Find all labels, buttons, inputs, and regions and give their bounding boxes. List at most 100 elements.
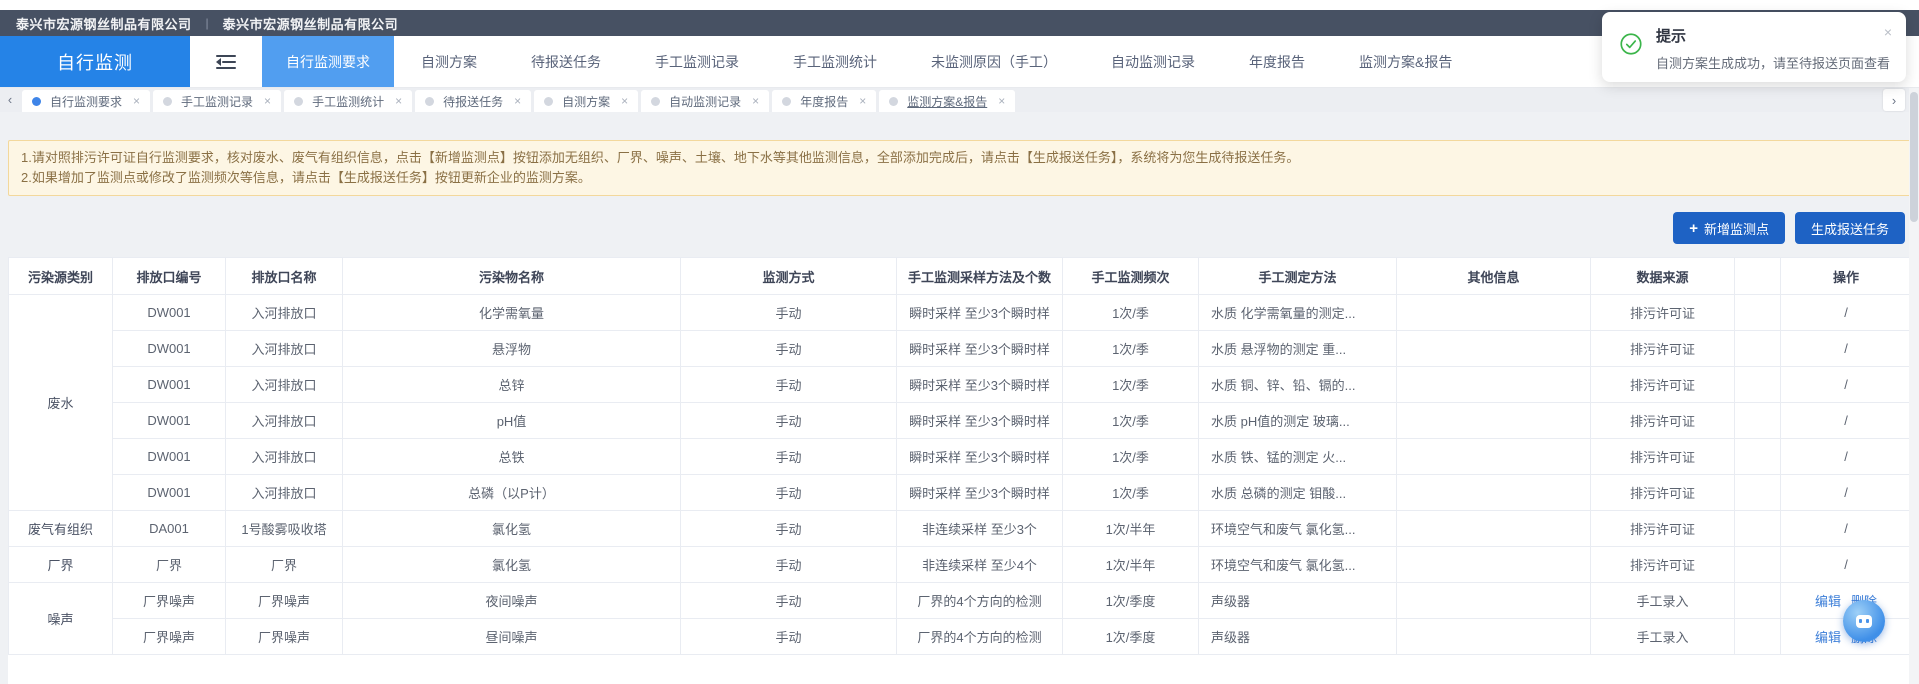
table-cell: 厂界: [226, 547, 343, 583]
chip-status-dot-icon: [651, 97, 660, 106]
table-cell: DW001: [113, 367, 226, 403]
table-cell: 手动: [681, 475, 897, 511]
generate-report-task-button[interactable]: 生成报送任务: [1795, 212, 1905, 244]
table-cell: [1397, 403, 1591, 439]
chip-close-icon[interactable]: ×: [133, 94, 140, 108]
menu-collapse-button[interactable]: [190, 36, 262, 87]
chip-status-dot-icon: [32, 97, 41, 106]
operations-cell: /: [1781, 511, 1912, 547]
nav-item-3[interactable]: 手工监测记录: [628, 36, 766, 87]
tab-chip-3[interactable]: 待报送任务×: [415, 90, 531, 112]
table-cell: [1735, 619, 1781, 655]
tab-chip-6[interactable]: 年度报告×: [772, 90, 876, 112]
chip-status-dot-icon: [782, 97, 791, 106]
nav-item-2[interactable]: 待报送任务: [504, 36, 628, 87]
plus-icon: +: [1689, 221, 1698, 236]
monitoring-requirements-table: 污染源类别排放口编号排放口名称污染物名称监测方式手工监测采样方法及个数手工监测频…: [8, 257, 1911, 655]
chip-status-dot-icon: [425, 97, 434, 106]
tab-chip-2[interactable]: 手工监测统计×: [284, 90, 412, 112]
pollution-source-category-cell: 废水: [9, 295, 113, 511]
table-cell: 1次/季: [1063, 367, 1199, 403]
operations-cell: /: [1781, 475, 1912, 511]
table-cell: 排污许可证: [1591, 511, 1735, 547]
table-cell: [1397, 511, 1591, 547]
nav-item-5[interactable]: 未监测原因（手工）: [904, 36, 1084, 87]
operations-cell: /: [1781, 331, 1912, 367]
table-cell: 悬浮物: [343, 331, 681, 367]
table-cell: 总铁: [343, 439, 681, 475]
chip-close-icon[interactable]: ×: [859, 94, 866, 108]
table-cell: 水质 悬浮物的测定 重...: [1199, 331, 1397, 367]
scrollbar-thumb[interactable]: [1910, 92, 1918, 222]
table-row-8: 噪声厂界噪声厂界噪声夜间噪声手动厂界的4个方向的检测1次/季度声级器手工录入编辑…: [9, 583, 1912, 619]
nav-item-4[interactable]: 手工监测统计: [766, 36, 904, 87]
column-header-11: 操作: [1781, 258, 1912, 295]
table-cell: 厂界的4个方向的检测: [897, 583, 1063, 619]
chip-close-icon[interactable]: ×: [752, 94, 759, 108]
table-cell: 排污许可证: [1591, 547, 1735, 583]
monitoring-requirements-table-container: 污染源类别排放口编号排放口名称污染物名称监测方式手工监测采样方法及个数手工监测频…: [8, 257, 1911, 684]
chevron-right-icon[interactable]: ›: [1883, 89, 1905, 111]
open-tabs-strip: ‹ 自行监测要求×手工监测记录×手工监测统计×待报送任务×自测方案×自动监测记录…: [0, 88, 1919, 112]
tab-chip-7[interactable]: 监测方案&报告×: [879, 90, 1015, 112]
toast-message: 自测方案生成成功，请至待报送页面查看: [1656, 53, 1890, 72]
table-cell: [1397, 367, 1591, 403]
chip-close-icon[interactable]: ×: [514, 94, 521, 108]
nav-item-0[interactable]: 自行监测要求: [262, 36, 394, 87]
table-cell: 入河排放口: [226, 439, 343, 475]
table-cell: 昼间噪声: [343, 619, 681, 655]
nav-item-7[interactable]: 年度报告: [1222, 36, 1332, 87]
chip-close-icon[interactable]: ×: [998, 94, 1005, 108]
tab-chip-5[interactable]: 自动监测记录×: [641, 90, 769, 112]
table-cell: 1次/季: [1063, 439, 1199, 475]
table-cell: 瞬时采样 至少3个瞬时样: [897, 475, 1063, 511]
chip-close-icon[interactable]: ×: [395, 94, 402, 108]
vertical-scrollbar[interactable]: [1909, 88, 1919, 684]
column-header-6: 手工监测频次: [1063, 258, 1199, 295]
column-header-5: 手工监测采样方法及个数: [897, 258, 1063, 295]
chip-close-icon[interactable]: ×: [264, 94, 271, 108]
tab-chip-1[interactable]: 手工监测记录 ×: [153, 90, 281, 112]
column-header-2: 排放口名称: [226, 258, 343, 295]
browser-top-strip: [0, 0, 1919, 10]
nav-item-1[interactable]: 自测方案: [394, 36, 504, 87]
tab-chip-0[interactable]: 自行监测要求 ×: [22, 90, 150, 112]
table-cell: 声级器: [1199, 583, 1397, 619]
nav-item-6[interactable]: 自动监测记录: [1084, 36, 1222, 87]
table-cell: 厂界噪声: [226, 619, 343, 655]
table-cell: [1735, 331, 1781, 367]
edit-link[interactable]: 编辑: [1815, 594, 1841, 609]
table-cell: [1397, 583, 1591, 619]
table-cell: 入河排放口: [226, 403, 343, 439]
table-cell: 入河排放口: [226, 295, 343, 331]
chip-close-icon[interactable]: ×: [621, 94, 628, 108]
table-cell: 夜间噪声: [343, 583, 681, 619]
instruction-banner: 1.请对照排污许可证自行监测要求，核对废水、废气有组织信息，点击【新增监测点】按…: [8, 140, 1911, 196]
table-cell: 排污许可证: [1591, 475, 1735, 511]
edit-link[interactable]: 编辑: [1815, 630, 1841, 645]
add-monitor-point-button[interactable]: + 新增监测点: [1673, 212, 1785, 244]
operations-cell: /: [1781, 295, 1912, 331]
table-cell: 手动: [681, 403, 897, 439]
table-cell: 水质 铁、锰的测定 火...: [1199, 439, 1397, 475]
table-cell: 排污许可证: [1591, 439, 1735, 475]
robot-icon: [1856, 615, 1872, 628]
tab-chip-4[interactable]: 自测方案×: [534, 90, 638, 112]
table-cell: 排污许可证: [1591, 367, 1735, 403]
table-cell: 环境空气和废气 氯化氢...: [1199, 547, 1397, 583]
pollution-source-category-cell: 厂界: [9, 547, 113, 583]
toast-close-icon[interactable]: ×: [1884, 24, 1892, 40]
table-cell: 1次/季: [1063, 295, 1199, 331]
nav-item-8[interactable]: 监测方案&报告: [1332, 36, 1479, 87]
table-row-7: 厂界厂界厂界氯化氢手动非连续采样 至少4个1次/半年环境空气和废气 氯化氢...…: [9, 547, 1912, 583]
chip-label: 自行监测要求: [50, 93, 122, 110]
chip-label: 手工监测记录: [181, 93, 253, 110]
table-row-6: 废气有组织DA0011号酸雾吸收塔氯化氢手动非连续采样 至少3个1次/半年环境空…: [9, 511, 1912, 547]
pollution-source-category-cell: 噪声: [9, 583, 113, 655]
success-toast: 提示 自测方案生成成功，请至待报送页面查看 ×: [1602, 12, 1906, 82]
table-row-4: DW001入河排放口总铁手动瞬时采样 至少3个瞬时样1次/季水质 铁、锰的测定 …: [9, 439, 1912, 475]
assistant-widget-button[interactable]: [1843, 600, 1885, 642]
chevron-left-icon[interactable]: ‹: [2, 88, 18, 112]
table-row-0: 废水DW001入河排放口化学需氧量手动瞬时采样 至少3个瞬时样1次/季水质 化学…: [9, 295, 1912, 331]
table-cell: 水质 铜、锌、铅、镉的...: [1199, 367, 1397, 403]
